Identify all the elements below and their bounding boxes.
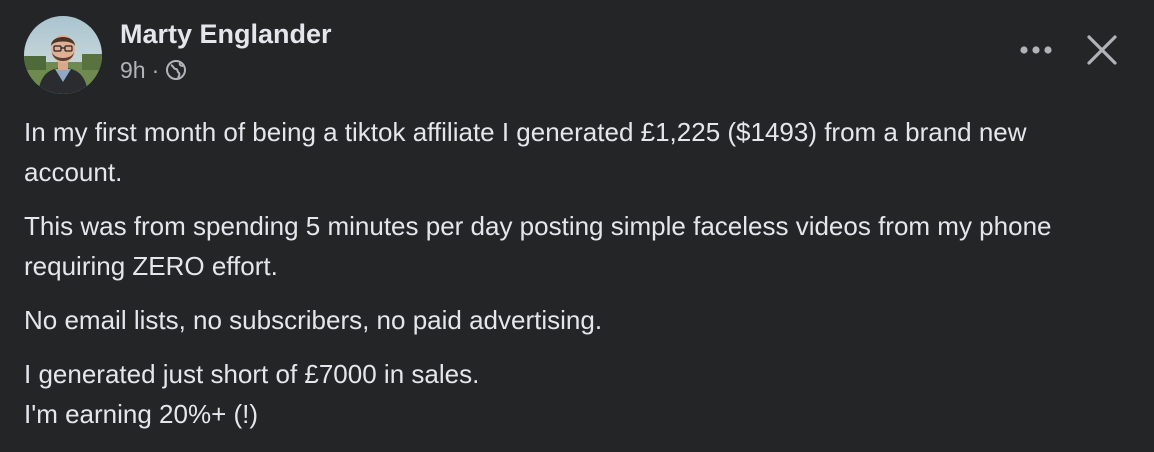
post-subline: 9h · [120,57,332,84]
avatar-image [24,16,102,94]
separator-dot: · [151,56,160,83]
post-meta: Marty Englander 9h · [120,18,332,83]
post-paragraph: In my first month of being a tiktok affi… [24,117,1027,187]
author-name[interactable]: Marty Englander [120,18,332,50]
timestamp[interactable]: 9h [120,57,146,84]
close-button[interactable] [1080,28,1124,72]
avatar[interactable] [24,16,102,94]
globe-icon[interactable] [165,59,187,81]
post-paragraph: No email lists, no subscribers, no paid … [24,305,603,335]
more-horizontal-icon [1020,46,1052,54]
post-card: Marty Englander 9h · In my first month o… [0,0,1154,452]
post-actions [1014,28,1124,72]
post-body: In my first month of being a tiktok affi… [24,112,1124,448]
post-header: Marty Englander 9h · [24,16,332,94]
post-paragraph: This was from spending 5 minutes per day… [24,211,1052,281]
post-paragraph: I generated just short of £7000 in sales… [24,359,480,429]
close-icon [1087,35,1117,65]
more-options-button[interactable] [1014,28,1058,72]
